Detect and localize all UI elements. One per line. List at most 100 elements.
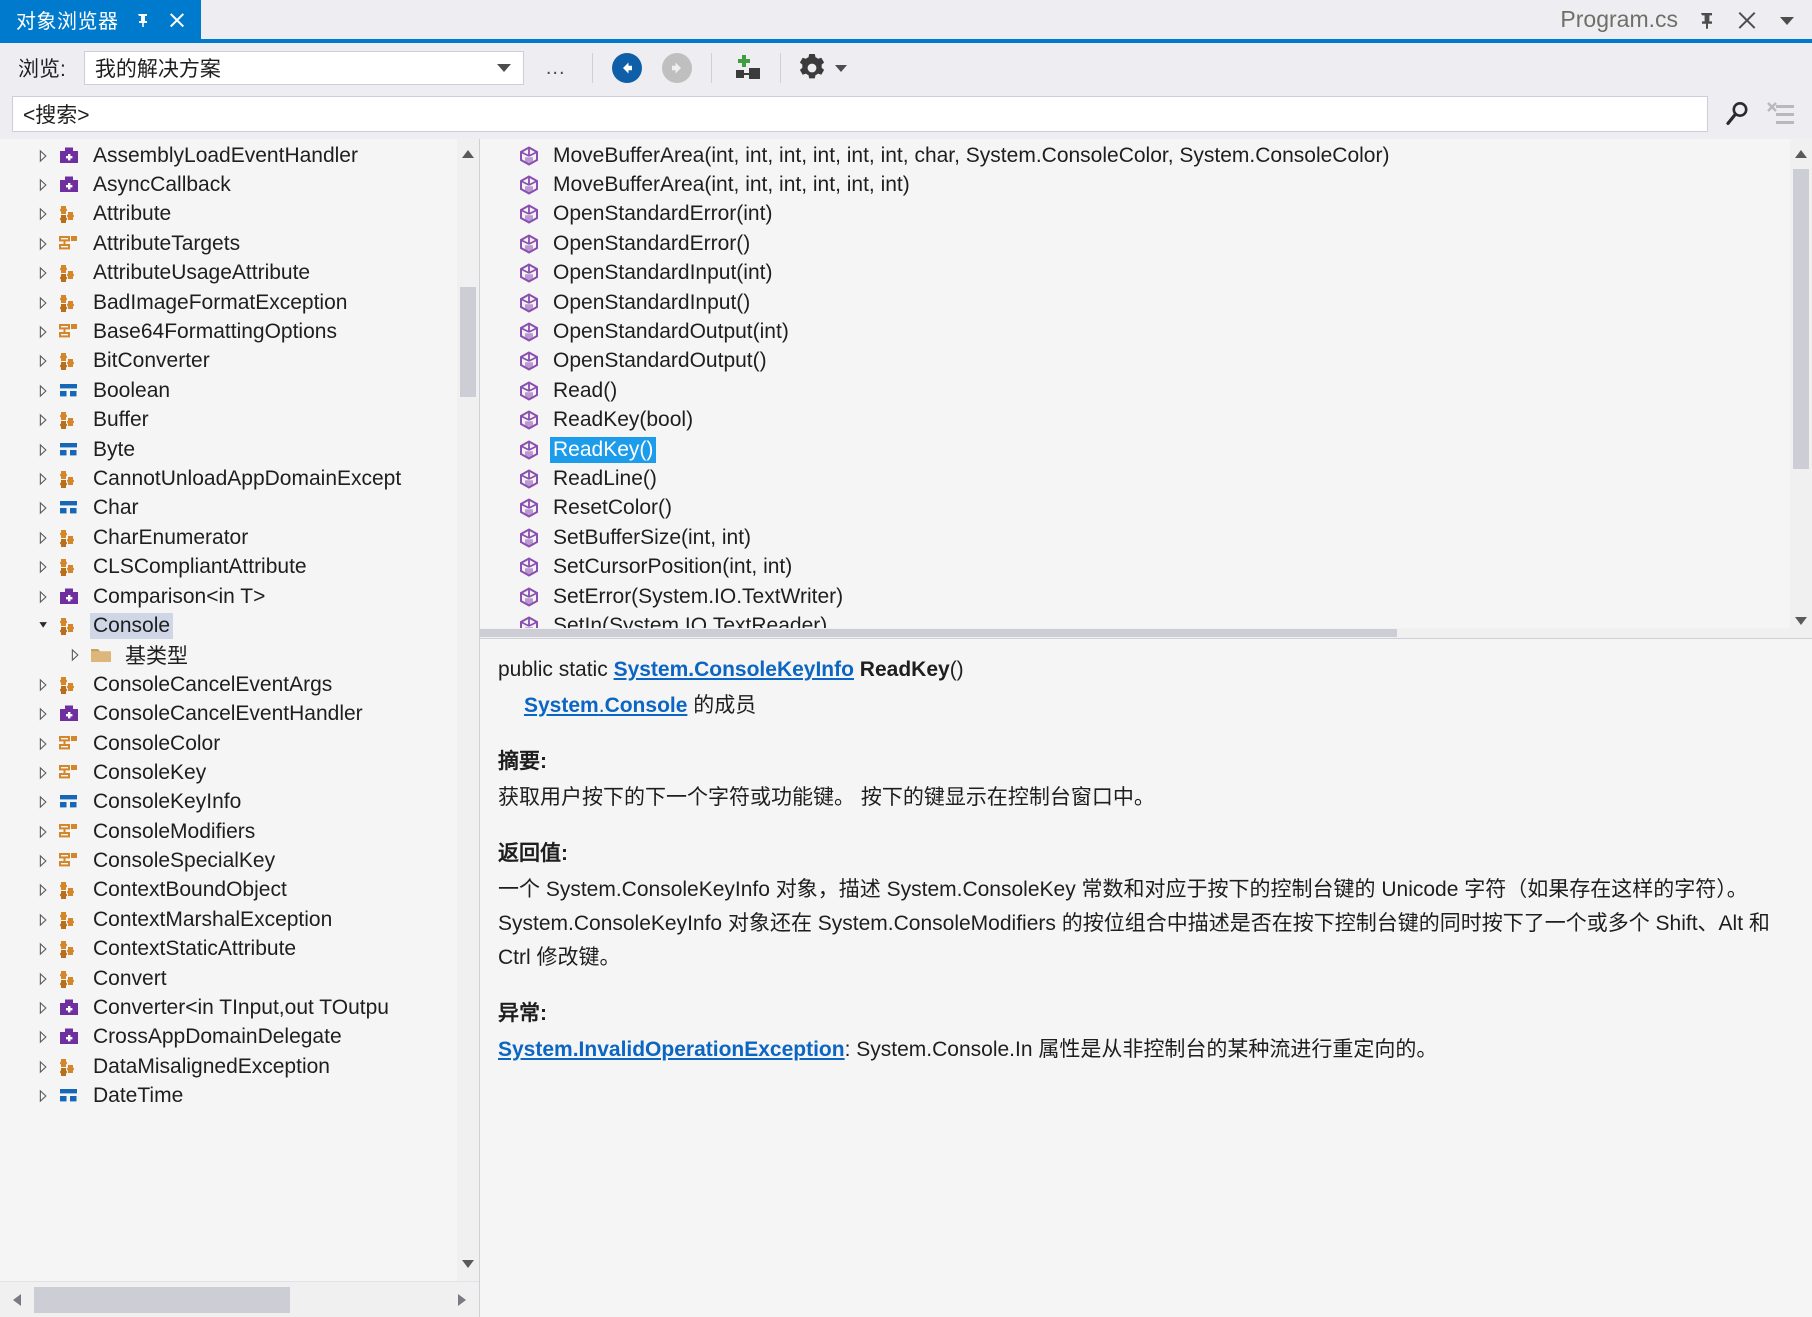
exception-type-link[interactable]: System.InvalidOperationException	[498, 1038, 845, 1061]
expand-toggle-icon[interactable]	[30, 678, 56, 692]
tree-node[interactable]: ConsoleCancelEventHandler	[0, 699, 479, 728]
tree-node[interactable]: ConsoleKey	[0, 758, 479, 787]
scroll-up-icon[interactable]	[457, 143, 479, 165]
expand-toggle-icon[interactable]	[30, 296, 56, 310]
document-tab-program-cs[interactable]: Program.cs	[1560, 6, 1678, 33]
navigate-back-button[interactable]	[607, 50, 647, 86]
tree-node[interactable]: Char	[0, 494, 479, 523]
expand-toggle-icon[interactable]	[30, 443, 56, 457]
scroll-down-icon[interactable]	[457, 1253, 479, 1275]
expand-toggle-icon[interactable]	[30, 325, 56, 339]
tree-node[interactable]: BitConverter	[0, 347, 479, 376]
expand-toggle-icon[interactable]	[30, 178, 56, 192]
member-row[interactable]: MoveBufferArea(int, int, int, int, int, …	[480, 141, 1812, 170]
tool-window-tab-object-browser[interactable]: 对象浏览器	[0, 0, 201, 39]
tree-node[interactable]: ContextStaticAttribute	[0, 935, 479, 964]
expand-toggle-icon[interactable]	[30, 207, 56, 221]
member-row[interactable]: MoveBufferArea(int, int, int, int, int, …	[480, 170, 1812, 199]
tree-node[interactable]: Convert	[0, 964, 479, 993]
expand-toggle-icon[interactable]	[30, 237, 56, 251]
browse-scope-combobox[interactable]: 我的解决方案	[83, 51, 524, 85]
tree-node[interactable]: ConsoleSpecialKey	[0, 846, 479, 875]
tree-node[interactable]: Byte	[0, 435, 479, 464]
navigate-forward-button[interactable]	[657, 50, 697, 86]
tree-node[interactable]: AssemblyLoadEventHandler	[0, 141, 479, 170]
tree-node[interactable]: CharEnumerator	[0, 523, 479, 552]
member-row[interactable]: SetError(System.IO.TextWriter)	[480, 582, 1812, 611]
members-hscroll-thumb[interactable]	[480, 629, 1397, 637]
expand-toggle-icon[interactable]	[30, 854, 56, 868]
signature-return-type-link[interactable]: System.ConsoleKeyInfo	[614, 658, 854, 681]
expand-toggle-icon[interactable]	[30, 501, 56, 515]
expand-toggle-icon[interactable]	[30, 531, 56, 545]
member-row[interactable]: Read()	[480, 376, 1812, 405]
tree-horizontal-scrollbar[interactable]	[0, 1281, 479, 1317]
tree-node[interactable]: Buffer	[0, 406, 479, 435]
tree-node[interactable]: 基类型	[0, 641, 479, 670]
members-scroll-thumb[interactable]	[1793, 169, 1809, 469]
tree-node[interactable]: Comparison<in T>	[0, 582, 479, 611]
member-row[interactable]: OpenStandardOutput()	[480, 347, 1812, 376]
chevron-down-icon[interactable]	[834, 64, 847, 72]
tree-node[interactable]: Attribute	[0, 200, 479, 229]
tree-vertical-scrollbar[interactable]	[457, 139, 479, 1281]
expand-toggle-icon[interactable]	[30, 707, 56, 721]
member-row[interactable]: ReadLine()	[480, 464, 1812, 493]
expand-toggle-icon[interactable]	[30, 1001, 56, 1015]
tree-node[interactable]: DateTime	[0, 1082, 479, 1111]
search-input[interactable]: <搜索>	[12, 96, 1708, 132]
tree-node[interactable]: CLSCompliantAttribute	[0, 552, 479, 581]
member-row[interactable]: ReadKey(bool)	[480, 406, 1812, 435]
tree-node[interactable]: BadImageFormatException	[0, 288, 479, 317]
expand-toggle-icon[interactable]	[30, 942, 56, 956]
expand-toggle-icon[interactable]	[30, 972, 56, 986]
tree-node[interactable]: Boolean	[0, 376, 479, 405]
tree-node[interactable]: ConsoleModifiers	[0, 817, 479, 846]
pin-icon[interactable]	[1696, 9, 1718, 31]
tree-node[interactable]: Console	[0, 611, 479, 640]
expand-toggle-icon[interactable]	[30, 149, 56, 163]
member-row[interactable]: OpenStandardInput(int)	[480, 259, 1812, 288]
member-row[interactable]: OpenStandardError(int)	[480, 200, 1812, 229]
tree-node[interactable]: ConsoleCancelEventArgs	[0, 670, 479, 699]
close-icon[interactable]	[1736, 9, 1758, 31]
expand-toggle-icon[interactable]	[30, 1089, 56, 1103]
tree-hscroll-track[interactable]	[34, 1283, 445, 1317]
tree-node[interactable]: ConsoleColor	[0, 729, 479, 758]
expand-toggle-icon[interactable]	[30, 1030, 56, 1044]
tree-node[interactable]: Converter<in TInput,out TOutpu	[0, 993, 479, 1022]
object-browser-settings-button[interactable]	[795, 51, 847, 85]
scroll-down-icon[interactable]	[1790, 610, 1812, 632]
expand-toggle-icon[interactable]	[30, 413, 56, 427]
members-horizontal-scrollbar[interactable]	[480, 628, 1790, 638]
add-to-browse-button[interactable]	[726, 50, 766, 86]
expand-toggle-icon[interactable]	[30, 737, 56, 751]
tree-node[interactable]: DataMisalignedException	[0, 1052, 479, 1081]
member-row[interactable]: OpenStandardError()	[480, 229, 1812, 258]
scroll-right-icon[interactable]	[445, 1283, 479, 1317]
scroll-up-icon[interactable]	[1790, 143, 1812, 165]
tree-node[interactable]: AsyncCallback	[0, 170, 479, 199]
expand-toggle-icon[interactable]	[30, 795, 56, 809]
expand-toggle-icon[interactable]	[30, 913, 56, 927]
tree-node[interactable]: ContextBoundObject	[0, 876, 479, 905]
member-of-namespace-link[interactable]: System	[524, 694, 599, 717]
chevron-down-icon[interactable]	[496, 64, 511, 72]
close-icon[interactable]	[167, 10, 187, 30]
tree-scroll-thumb[interactable]	[460, 287, 476, 397]
tree-node[interactable]: ContextMarshalException	[0, 905, 479, 934]
member-row[interactable]: ReadKey()	[480, 435, 1812, 464]
expand-toggle-icon[interactable]	[30, 384, 56, 398]
expand-toggle-icon[interactable]	[30, 266, 56, 280]
expand-toggle-icon[interactable]	[30, 883, 56, 897]
tree-node[interactable]: CannotUnloadAppDomainExcept	[0, 464, 479, 493]
expand-toggle-icon[interactable]	[30, 560, 56, 574]
scroll-left-icon[interactable]	[0, 1283, 34, 1317]
tree-node[interactable]: AttributeTargets	[0, 229, 479, 258]
member-row[interactable]: SetCursorPosition(int, int)	[480, 552, 1812, 581]
pin-icon[interactable]	[133, 10, 153, 30]
browse-scope-more-button[interactable]: ...	[534, 51, 578, 85]
member-row[interactable]: OpenStandardOutput(int)	[480, 317, 1812, 346]
member-row[interactable]: SetBufferSize(int, int)	[480, 523, 1812, 552]
member-row[interactable]: ResetColor()	[480, 494, 1812, 523]
